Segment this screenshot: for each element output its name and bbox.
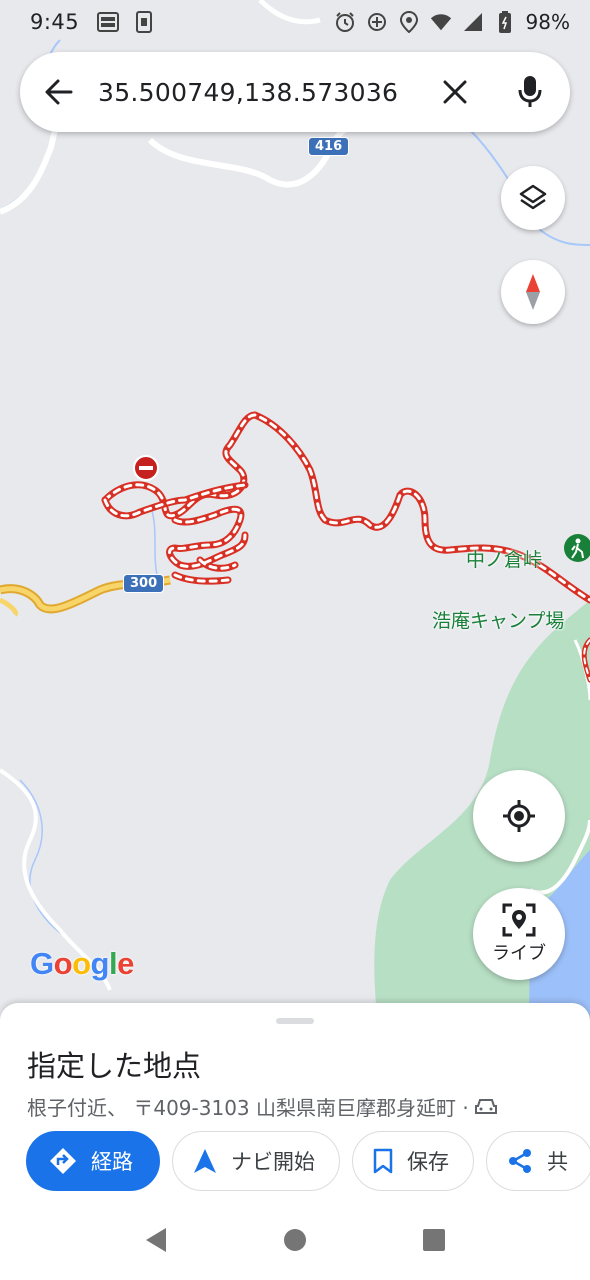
arrow-back-icon: [45, 79, 73, 105]
directions-label: 経路: [91, 1150, 133, 1174]
google-logo: Google: [30, 946, 134, 981]
address-text: 根子付近、 〒409-3103 山梨県南巨摩郡身延町 ·: [27, 1096, 469, 1120]
battery-icon: [494, 11, 516, 33]
navigation-arrow-icon: [194, 1149, 216, 1173]
gps-plus-icon: [366, 11, 388, 33]
back-button[interactable]: [20, 52, 98, 132]
road-shield-416: 416: [308, 137, 350, 156]
close-icon: [443, 80, 467, 104]
save-label: 保存: [407, 1150, 449, 1174]
river: [149, 504, 161, 586]
wifi-icon: [430, 11, 452, 33]
au-pay-icon: [97, 11, 120, 33]
bookmark-icon: [373, 1148, 393, 1174]
live-view-icon: [502, 903, 536, 937]
mic-icon: [518, 76, 542, 107]
clear-button[interactable]: [420, 52, 490, 132]
pass-label[interactable]: 中ノ倉峠: [466, 545, 542, 572]
campsite-label[interactable]: 浩庵キャンプ場: [432, 606, 564, 633]
start-navigation-button[interactable]: ナビ開始: [172, 1131, 340, 1191]
recents-square-icon[interactable]: [422, 1228, 446, 1252]
search-query[interactable]: 35.500749,138.573036: [98, 78, 420, 107]
save-button[interactable]: 保存: [352, 1131, 474, 1191]
screenshot-icon: [133, 11, 155, 33]
map-canvas: [0, 0, 590, 1040]
place-title: 指定した地点: [27, 1049, 202, 1083]
hiking-pin-icon: [564, 534, 590, 562]
signal-icon: [462, 11, 484, 33]
share-icon: [509, 1149, 531, 1173]
back-triangle-icon[interactable]: [144, 1227, 168, 1253]
action-chips: 経路 ナビ開始 保存 共: [26, 1131, 590, 1191]
alarm-icon: [334, 11, 356, 33]
status-time: 9:45: [30, 10, 80, 34]
place-address: 根子付近、 〒409-3103 山梨県南巨摩郡身延町 ·: [27, 1092, 497, 1121]
location-icon: [398, 11, 420, 33]
status-bar: 9:45 98%: [0, 0, 590, 44]
compass-icon: [526, 274, 540, 310]
home-circle-icon[interactable]: [283, 1228, 307, 1252]
share-button[interactable]: 共: [486, 1131, 590, 1191]
sheet-drag-handle[interactable]: [276, 1018, 314, 1024]
directions-icon: [50, 1148, 76, 1174]
system-nav-bar: [0, 1200, 590, 1280]
my-location-icon: [503, 800, 535, 832]
layers-button[interactable]: [501, 166, 565, 230]
layers-icon: [519, 184, 547, 210]
start-navigation-label: ナビ開始: [231, 1150, 315, 1174]
road-shield-300: 300: [123, 574, 165, 593]
map-view[interactable]: 416 300 中ノ倉峠 浩庵キャンプ場 Google: [0, 0, 590, 1040]
my-location-button[interactable]: [473, 770, 565, 862]
search-bar[interactable]: 35.500749,138.573036: [20, 52, 570, 132]
car-icon: [474, 1098, 497, 1114]
place-bottom-sheet[interactable]: 指定した地点 根子付近、 〒409-3103 山梨県南巨摩郡身延町 · 経路 ナ…: [0, 1003, 590, 1200]
compass-button[interactable]: [501, 260, 565, 324]
voice-search-button[interactable]: [490, 52, 570, 132]
highway-300-branch: [0, 597, 19, 617]
directions-button[interactable]: 経路: [26, 1131, 160, 1191]
dropped-pin-marker: [133, 455, 159, 481]
share-label: 共: [547, 1150, 568, 1174]
live-view-label: ライブ: [492, 943, 546, 964]
battery-percent: 98%: [525, 10, 570, 34]
live-view-button[interactable]: ライブ: [473, 888, 565, 980]
